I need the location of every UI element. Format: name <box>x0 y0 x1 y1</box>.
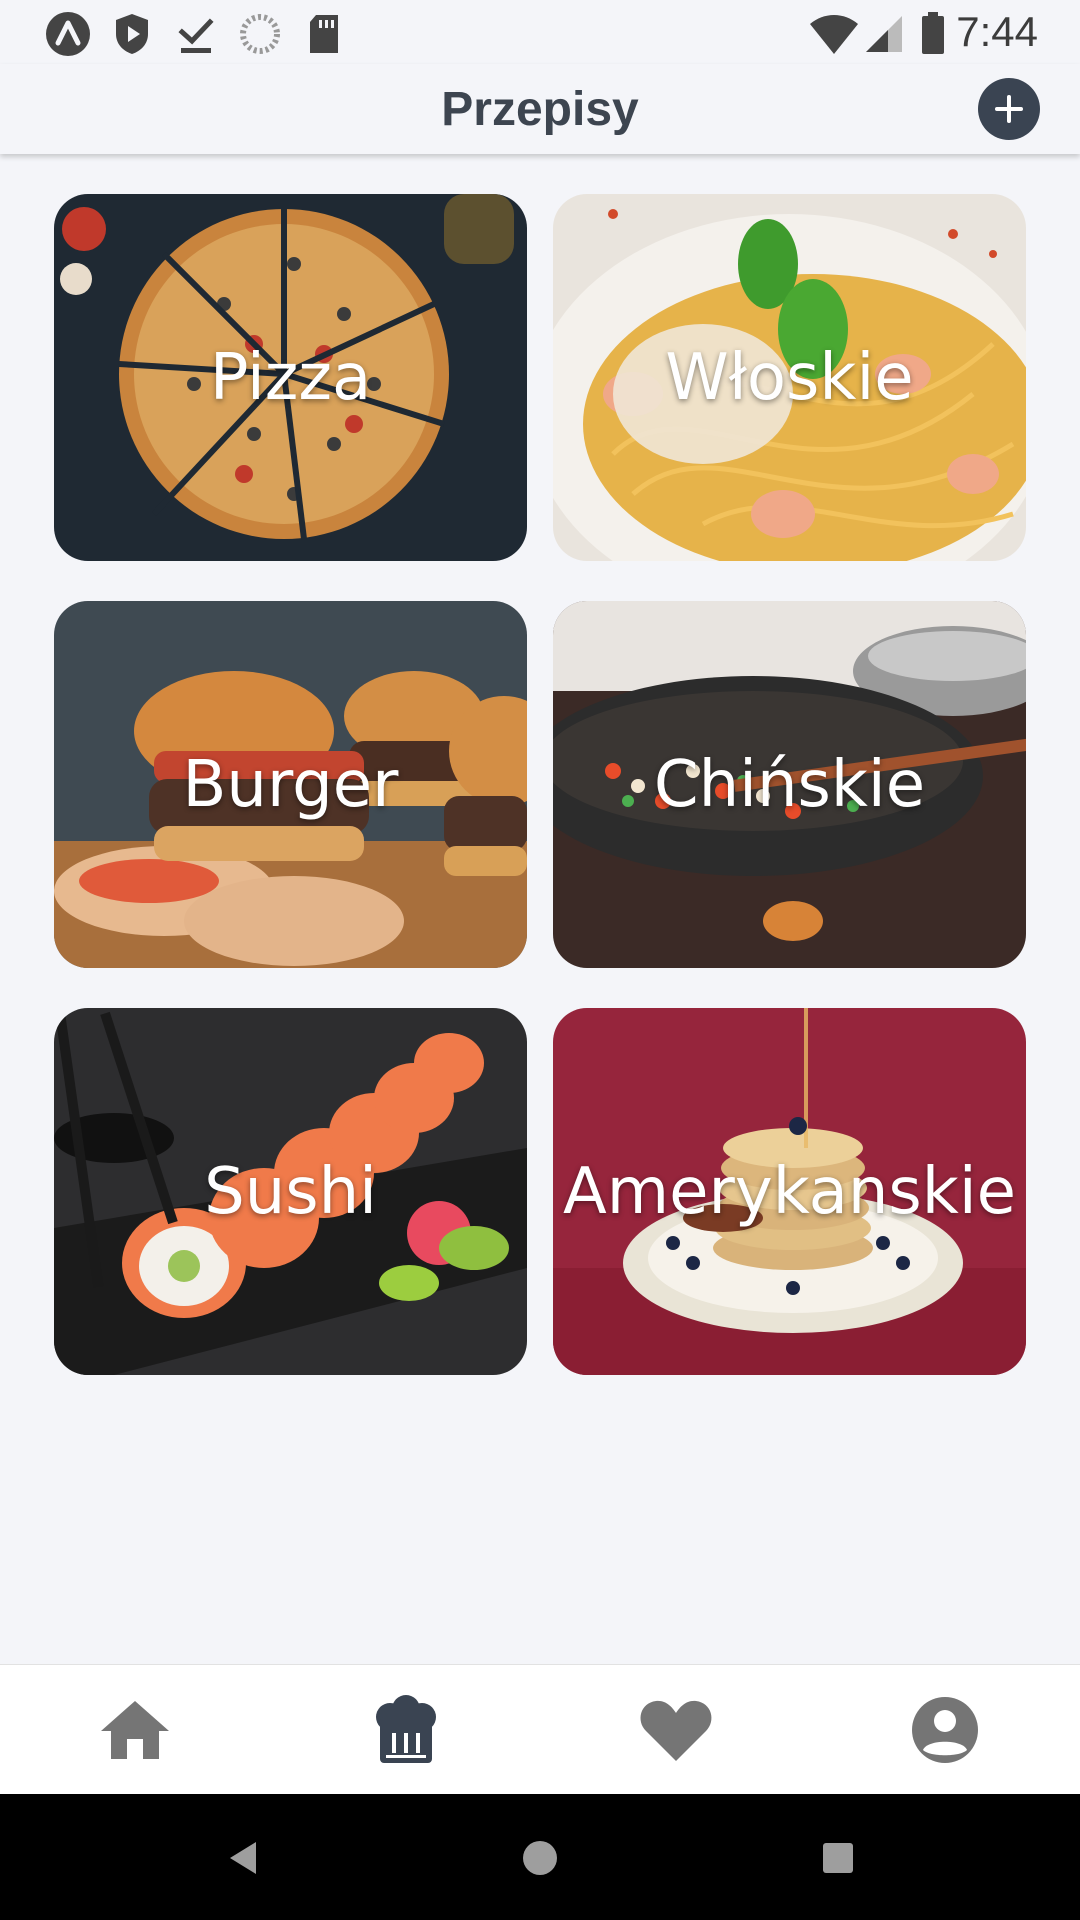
account-icon[interactable] <box>905 1695 985 1765</box>
wifi-icon <box>810 15 858 54</box>
bottom-navigation <box>0 1664 1080 1795</box>
category-tile-amerykanskie[interactable]: Amerykanskie <box>553 1008 1026 1375</box>
category-label: Pizza <box>209 340 372 415</box>
battery-icon <box>922 12 944 54</box>
home-icon[interactable] <box>95 1695 175 1765</box>
category-label: Burger <box>182 747 399 822</box>
chef-hat-icon[interactable] <box>366 1695 446 1765</box>
status-bar: 7:44 <box>0 0 1080 64</box>
back-icon[interactable] <box>222 1836 266 1880</box>
home-circle-icon[interactable] <box>518 1836 562 1880</box>
page-title: Przepisy <box>441 83 639 136</box>
shield-play-icon <box>116 14 148 54</box>
add-recipe-button[interactable] <box>978 78 1040 140</box>
a-badge-icon <box>46 12 90 56</box>
category-label: Włoskie <box>665 340 914 415</box>
category-label: Amerykanskie <box>563 1154 1016 1229</box>
download-done-icon <box>178 18 214 53</box>
category-tile-wloskie[interactable]: Włoskie <box>553 194 1026 561</box>
heart-icon[interactable] <box>636 1695 716 1765</box>
category-tile-pizza[interactable]: Pizza <box>54 194 527 561</box>
category-grid: Pizza Włoskie Burger Chińskie Sushi Amer… <box>54 194 1026 1375</box>
signal-icon <box>866 16 902 52</box>
sd-card-icon <box>310 15 338 53</box>
category-tile-sushi[interactable]: Sushi <box>54 1008 527 1375</box>
category-label: Chińskie <box>653 747 926 822</box>
category-tile-burger[interactable]: Burger <box>54 601 527 968</box>
category-label: Sushi <box>204 1154 377 1229</box>
app-bar: Przepisy <box>0 64 1080 154</box>
recents-icon[interactable] <box>816 1836 860 1880</box>
loading-circle-icon <box>240 14 280 54</box>
category-tile-chinskie[interactable]: Chińskie <box>553 601 1026 968</box>
status-time: 7:44 <box>956 8 1038 55</box>
system-navigation <box>0 1794 1080 1920</box>
